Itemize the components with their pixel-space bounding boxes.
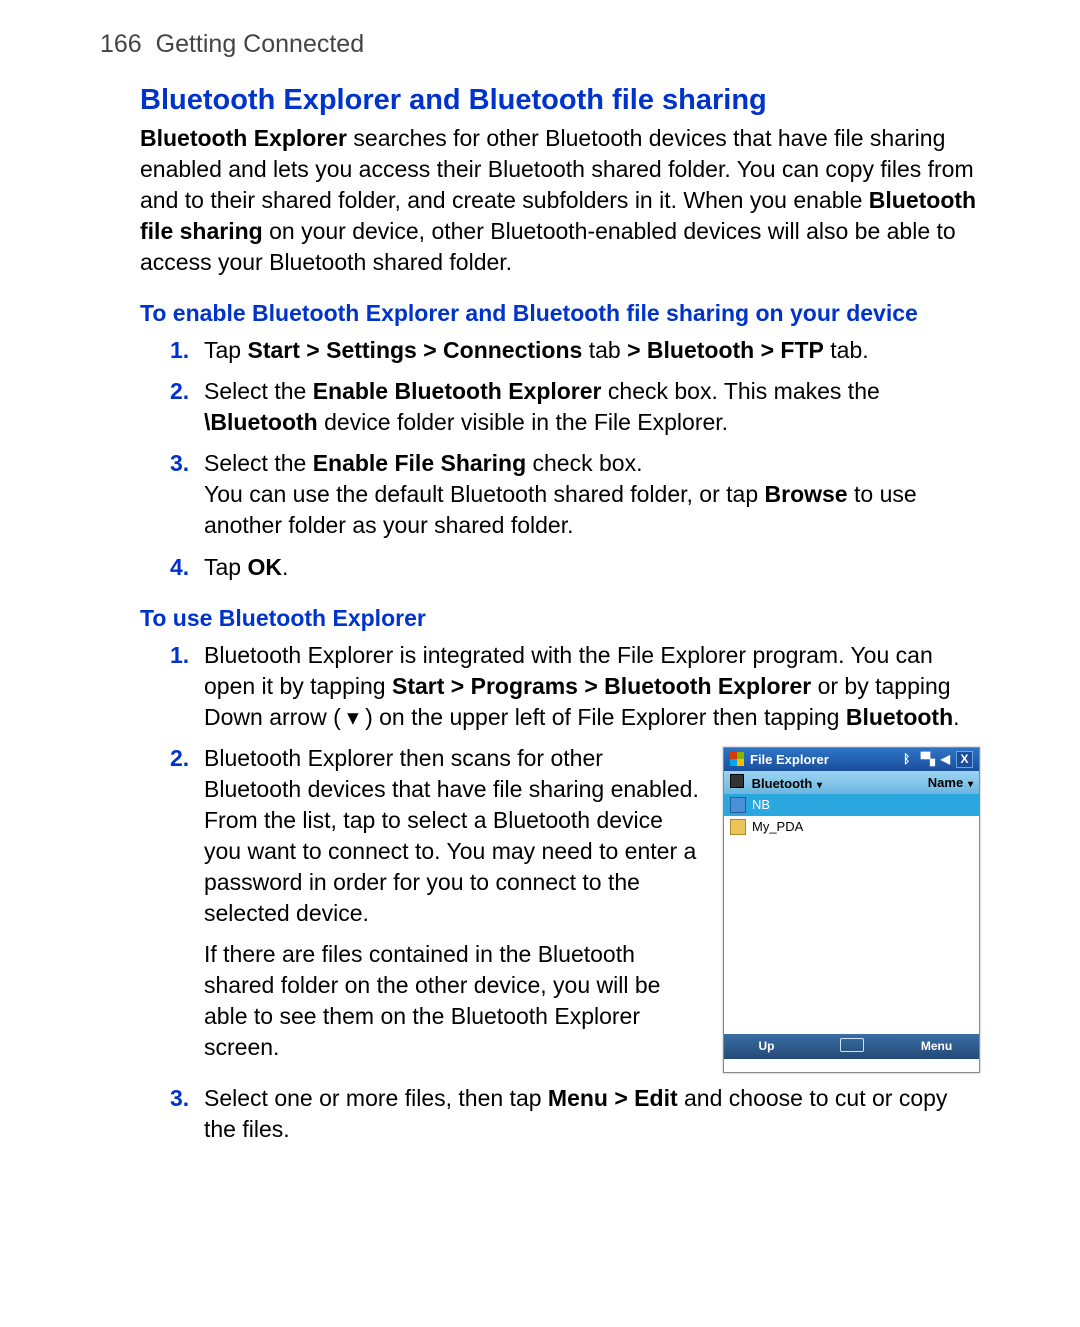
device-toolbar: Bluetooth ▾ Name ▾: [724, 771, 979, 794]
use-step-1: Bluetooth Explorer is integrated with th…: [140, 640, 980, 733]
page-number: 166: [100, 30, 142, 58]
section-title: Bluetooth Explorer and Bluetooth file sh…: [140, 84, 1020, 117]
device-app-title: File Explorer: [750, 752, 829, 767]
down-arrow-icon: ▾: [347, 704, 359, 730]
signal-icon: ▝▚: [916, 752, 934, 766]
steps-enable: Tap Start > Settings > Connections tab >…: [140, 335, 980, 582]
step-with-screenshot-row: Bluetooth Explorer then scans for other …: [140, 743, 980, 1073]
keyboard-button[interactable]: [809, 1038, 894, 1055]
step-2: Select the Enable Bluetooth Explorer che…: [140, 376, 980, 438]
steps-use-3: Select one or more files, then tap Menu …: [140, 1083, 980, 1145]
step-4: Tap OK.: [140, 552, 980, 583]
document-page: 166 Getting Connected Bluetooth Explorer…: [0, 0, 1080, 1215]
folder-dropdown[interactable]: Bluetooth ▾: [730, 774, 822, 791]
start-icon[interactable]: [730, 752, 744, 766]
up-button[interactable]: Up: [724, 1039, 809, 1053]
page-header: 166 Getting Connected: [100, 30, 1020, 59]
use-step-3: Select one or more files, then tap Menu …: [140, 1083, 980, 1145]
use-step-2: Bluetooth Explorer then scans for other …: [140, 743, 703, 929]
volume-icon: ◀: [941, 752, 950, 766]
device-footer: Up Menu: [724, 1034, 979, 1059]
use-step-2-extra: If there are files contained in the Blue…: [140, 939, 703, 1063]
menu-button[interactable]: Menu: [894, 1039, 979, 1053]
steps-use-1: Bluetooth Explorer is integrated with th…: [140, 640, 980, 733]
chevron-down-icon: ▾: [965, 779, 973, 790]
keyboard-icon: [840, 1038, 864, 1052]
pc-icon: [730, 797, 746, 813]
list-item-label: NB: [752, 797, 770, 812]
list-item-label: My_PDA: [752, 819, 803, 834]
list-item[interactable]: NB: [724, 794, 979, 816]
device-screenshot: File Explorer ᛒ ▝▚ ◀ X Bluetooth ▾ Name …: [723, 747, 980, 1073]
bluetooth-status-icon: ᛒ: [903, 752, 910, 766]
chevron-down-icon: ▾: [814, 780, 822, 791]
status-icons: ᛒ ▝▚ ◀ X: [903, 751, 973, 768]
list-item[interactable]: My_PDA: [724, 816, 979, 838]
device-file-list[interactable]: NB My_PDA: [724, 794, 979, 1034]
intro-bold-1: Bluetooth Explorer: [140, 125, 347, 151]
chapter-title: Getting Connected: [156, 30, 364, 58]
subsection-title-use: To use Bluetooth Explorer: [140, 605, 1020, 632]
step-1: Tap Start > Settings > Connections tab >…: [140, 335, 980, 366]
sort-dropdown[interactable]: Name ▾: [928, 775, 973, 790]
drive-icon: [730, 774, 744, 788]
step-3: Select the Enable File Sharing check box…: [140, 448, 980, 541]
close-button[interactable]: X: [956, 751, 973, 768]
device-title-bar: File Explorer ᛒ ▝▚ ◀ X: [724, 748, 979, 771]
text-column: Bluetooth Explorer then scans for other …: [140, 743, 703, 1073]
folder-icon: [730, 819, 746, 835]
subsection-title-enable: To enable Bluetooth Explorer and Bluetoo…: [140, 300, 1020, 327]
intro-paragraph: Bluetooth Explorer searches for other Bl…: [140, 123, 980, 278]
